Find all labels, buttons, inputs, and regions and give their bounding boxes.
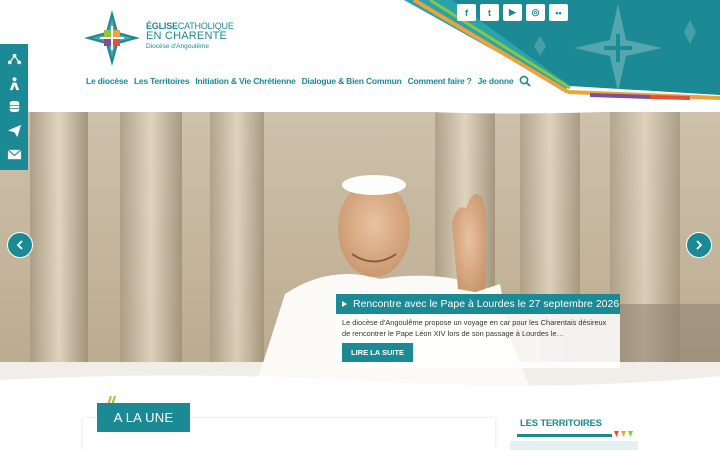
territoires-panel — [510, 441, 638, 450]
hero-caption: Rencontre avec le Pape à Lourdes le 27 s… — [336, 294, 620, 369]
hero-caption-text: Le diocèse d'Angoulême propose un voyage… — [342, 318, 607, 338]
logo-star-icon — [84, 10, 140, 66]
logo-line3: Diocèse d'Angoulême — [146, 42, 210, 50]
hero-caption-title[interactable]: Rencontre avec le Pape à Lourdes le 27 s… — [336, 294, 620, 314]
site-header: ÉGLISECATHOLIQUE EN CHARENTE Diocèse d'A… — [0, 0, 720, 112]
read-more-button[interactable]: LIRE LA SUITE — [342, 343, 414, 363]
nav-item-dialogue[interactable]: Dialogue & Bien Commun — [302, 76, 402, 86]
slider-next-button[interactable] — [686, 232, 712, 258]
logo-text: ÉGLISECATHOLIQUE EN CHARENTE Diocèse d'A… — [146, 21, 234, 51]
twitter-icon[interactable]: t — [480, 4, 499, 21]
chevron-left-icon — [16, 240, 23, 250]
instagram-icon[interactable]: ◎ — [526, 4, 545, 21]
nav-item-comment-faire[interactable]: Comment faire ? — [408, 76, 472, 86]
quick-links-sidebar — [0, 44, 28, 170]
logo-line2: EN CHARENTE — [146, 30, 228, 43]
hero-caption-body: Le diocèse d'Angoulême propose un voyage… — [336, 314, 620, 369]
hero-title-text: Rencontre avec le Pape à Lourdes le 27 s… — [353, 298, 620, 310]
main-nav: Le diocèse Les Territoires Initiation & … — [86, 75, 532, 87]
map-icon[interactable] — [7, 52, 22, 67]
a-la-une-heading: A LA UNE — [97, 403, 190, 432]
youtube-icon[interactable]: ▶ — [503, 4, 522, 21]
search-icon[interactable] — [519, 75, 532, 87]
les-territoires-heading: LES TERRITOIRES — [520, 418, 602, 429]
nav-item-je-donne[interactable]: Je donne — [478, 76, 514, 86]
flickr-icon[interactable]: •• — [549, 4, 568, 21]
praying-icon[interactable] — [7, 76, 22, 91]
facebook-icon[interactable]: f — [457, 4, 476, 21]
hero-bottom-wave — [0, 375, 720, 392]
content-section: A LA UNE LES TERRITOIRES — [0, 388, 720, 450]
social-links: f t ▶ ◎ •• — [457, 4, 568, 21]
nav-item-initiation[interactable]: Initiation & Vie Chrétienne — [195, 76, 295, 86]
slider-prev-button[interactable] — [7, 232, 33, 258]
coins-icon[interactable] — [7, 99, 22, 114]
nav-item-le-diocese[interactable]: Le diocèse — [86, 76, 128, 86]
nav-item-les-territoires[interactable]: Les Territoires — [134, 76, 190, 86]
mail-icon[interactable] — [7, 147, 22, 162]
chevron-right-icon — [696, 240, 703, 250]
territoires-underline — [517, 434, 612, 437]
site-logo[interactable]: ÉGLISECATHOLIQUE EN CHARENTE Diocèse d'A… — [82, 8, 234, 68]
play-arrow-icon — [342, 301, 347, 307]
color-marks-icon — [614, 431, 633, 437]
send-icon[interactable] — [7, 123, 22, 138]
